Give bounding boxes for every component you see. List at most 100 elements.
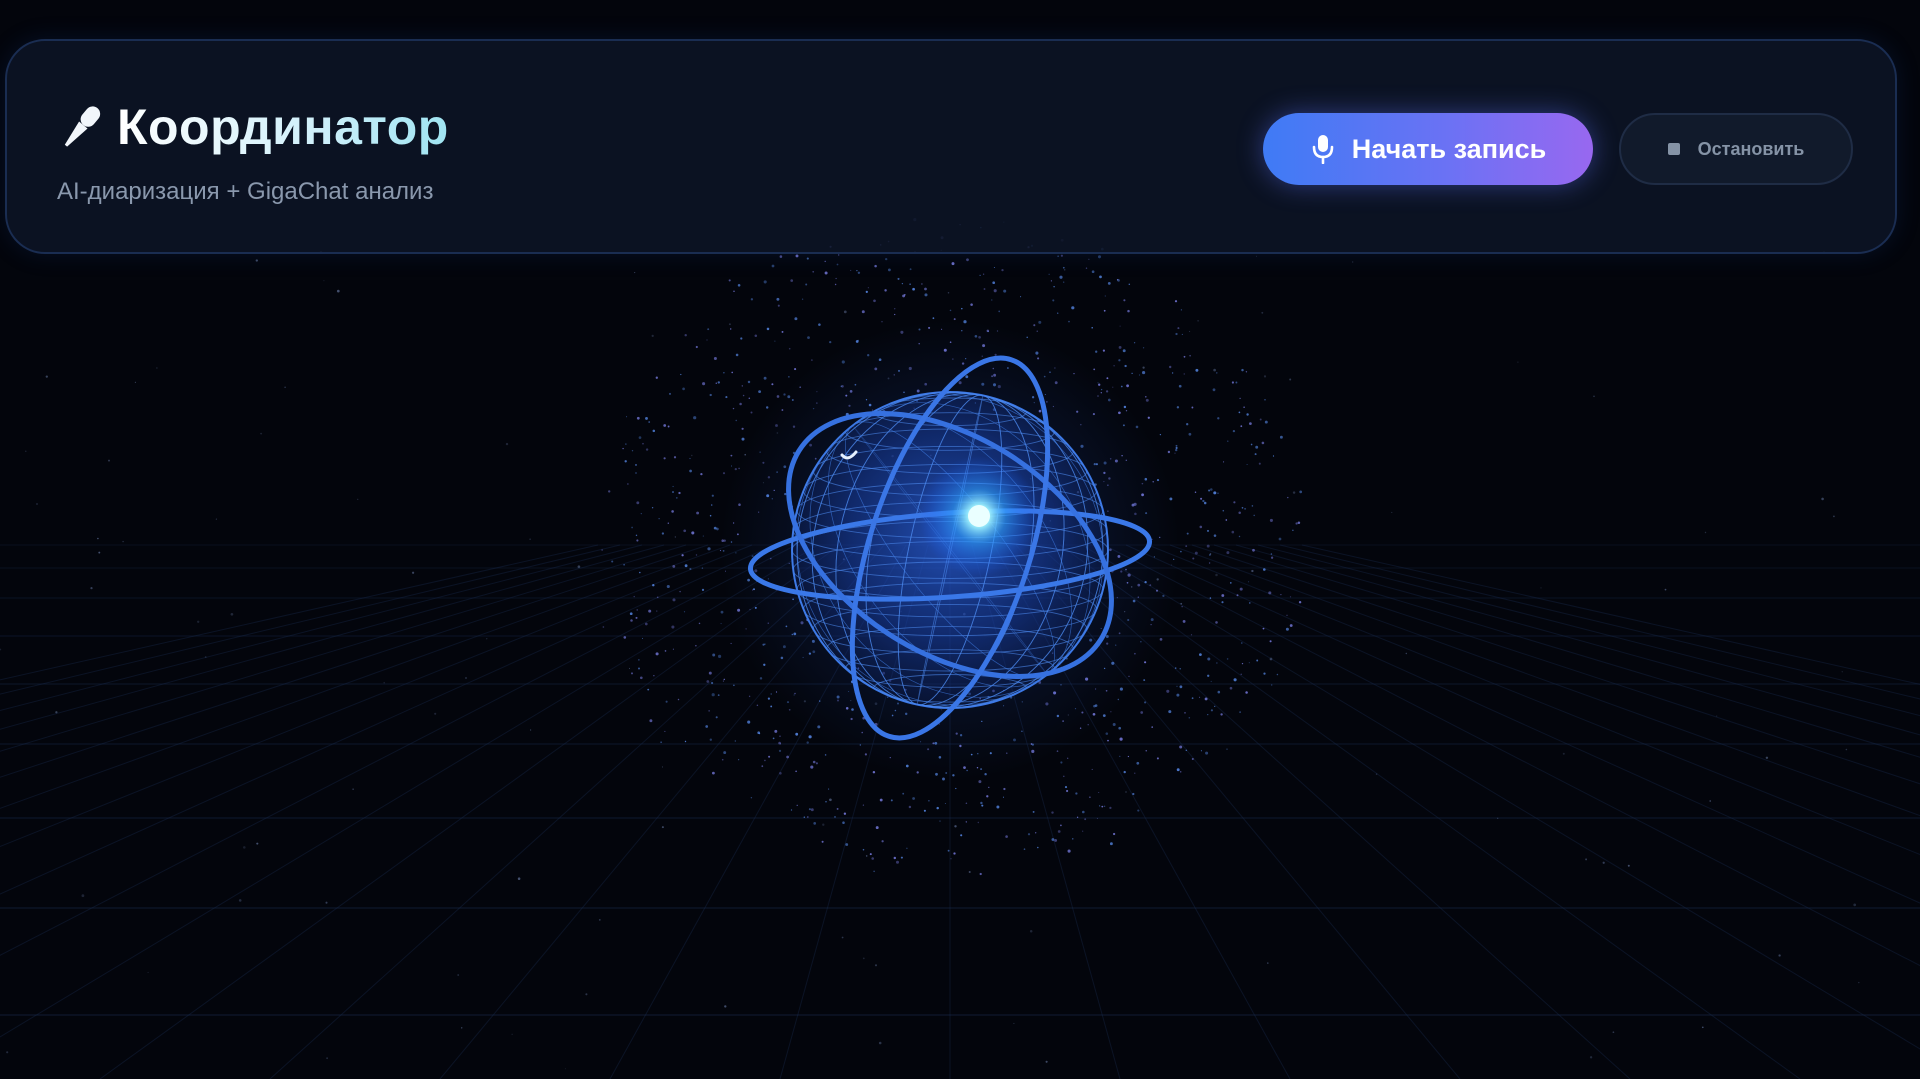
particle (1222, 509, 1225, 512)
particle (824, 260, 826, 263)
particle (631, 450, 634, 452)
particle (1204, 697, 1208, 701)
particle (1131, 372, 1133, 375)
particle (1179, 685, 1183, 689)
particle (1248, 662, 1250, 664)
particle (725, 396, 728, 399)
particle (824, 271, 828, 275)
particle (1062, 266, 1065, 269)
particle (1209, 554, 1211, 556)
star (1602, 861, 1605, 864)
grid-line (0, 544, 621, 695)
microphone-icon (64, 106, 101, 147)
particle (1106, 377, 1109, 380)
star (457, 974, 460, 976)
particle (980, 801, 983, 805)
start-recording-button[interactable]: Начать запись (1263, 113, 1593, 185)
particle (1123, 770, 1126, 774)
particle (1181, 333, 1183, 335)
particle (1245, 371, 1248, 373)
particle (1268, 591, 1272, 595)
particle (1176, 693, 1180, 697)
particle (865, 290, 868, 294)
particle (1207, 713, 1209, 716)
particle (906, 847, 908, 850)
particle (818, 323, 821, 326)
star (674, 536, 676, 538)
star (728, 323, 731, 326)
particle (949, 309, 952, 312)
particle (711, 693, 715, 697)
particle (683, 529, 687, 533)
particle (717, 381, 721, 384)
particle (836, 263, 839, 266)
grid-line (1147, 544, 1920, 856)
particle (706, 680, 710, 683)
particle (807, 336, 810, 339)
particle (757, 731, 761, 735)
particle (672, 598, 676, 602)
particle (741, 385, 743, 387)
particle (689, 469, 692, 473)
particle (1020, 296, 1022, 298)
particle (684, 564, 688, 568)
particle (1255, 445, 1259, 449)
particle (939, 820, 941, 822)
particle (733, 290, 735, 293)
particle (1145, 750, 1147, 752)
grid-line (1191, 544, 1920, 785)
particle (806, 816, 809, 818)
particle (712, 771, 715, 775)
stop-button[interactable]: Остановить (1619, 113, 1853, 185)
particle (644, 622, 648, 626)
grid-line (0, 544, 819, 1038)
particle (1145, 398, 1149, 402)
particle (970, 303, 973, 306)
particle (936, 806, 939, 810)
particle (1208, 489, 1211, 492)
particle (723, 751, 727, 755)
particle (625, 443, 627, 445)
particle (1251, 505, 1254, 507)
particle (1123, 299, 1126, 302)
particle (890, 799, 893, 802)
particle (1109, 842, 1113, 846)
particle (1240, 673, 1242, 675)
particle (1037, 846, 1039, 849)
particle (630, 619, 633, 622)
particle (666, 584, 670, 589)
particle (1233, 678, 1237, 682)
particle (986, 795, 989, 798)
particle (993, 289, 997, 293)
star (45, 375, 48, 378)
particle (695, 645, 697, 647)
particle (1175, 444, 1178, 447)
particle (709, 514, 712, 517)
particle (601, 549, 603, 551)
particle (1233, 501, 1236, 504)
particle (1243, 406, 1245, 409)
particle (1188, 717, 1191, 719)
star (1255, 255, 1258, 257)
particle (1179, 668, 1181, 670)
star (1704, 531, 1707, 534)
particle (639, 676, 643, 680)
particle (887, 268, 891, 272)
microphone-icon (1312, 135, 1334, 164)
particle (1096, 817, 1098, 819)
particle (955, 787, 957, 790)
grid-line (1103, 544, 1920, 967)
particle (1142, 347, 1145, 349)
particle (627, 483, 629, 485)
particle (1107, 739, 1109, 742)
particle (924, 287, 927, 291)
star (25, 450, 27, 452)
particle (1259, 418, 1262, 421)
star (1627, 864, 1630, 867)
particle (1133, 342, 1136, 344)
particle (1186, 423, 1189, 426)
particle (1221, 594, 1225, 597)
particle (652, 583, 655, 587)
particle (1206, 529, 1210, 532)
particle (1177, 327, 1180, 330)
